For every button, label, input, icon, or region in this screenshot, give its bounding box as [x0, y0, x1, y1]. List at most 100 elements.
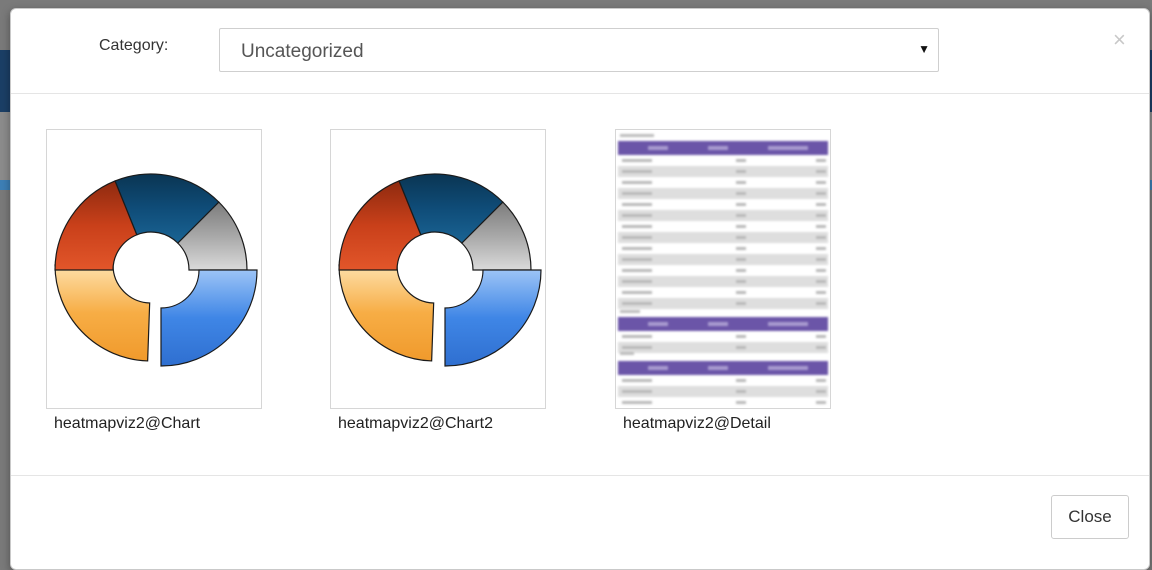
- table-cell: [736, 346, 746, 349]
- table-row: [618, 243, 828, 254]
- category-label: Category:: [99, 37, 169, 54]
- donut-slice-blue: [444, 269, 542, 367]
- table-row: [618, 155, 828, 166]
- table-row: [618, 221, 828, 232]
- donut-chart-thumbnail: [46, 129, 262, 409]
- table-cell: [736, 258, 746, 261]
- modal-header: Category: Uncategorized ▼ ×: [11, 9, 1149, 94]
- table-cell: [736, 280, 746, 283]
- table-cell: [816, 170, 826, 173]
- table-row: [618, 265, 828, 276]
- table-header-cell: [708, 366, 728, 370]
- table-cell: [816, 214, 826, 217]
- table-header-row: [618, 141, 828, 155]
- table-cell: [736, 181, 746, 184]
- table-cell: [816, 335, 826, 338]
- table-cell: [736, 192, 746, 195]
- table-cell: [736, 214, 746, 217]
- table-cell: [622, 401, 652, 404]
- table-group-title: [620, 352, 634, 355]
- table-row: [618, 199, 828, 210]
- table-cell: [622, 247, 652, 250]
- donut-chart-image: [54, 173, 258, 367]
- table-cell: [736, 269, 746, 272]
- table-row: [618, 210, 828, 221]
- table-cell: [622, 258, 652, 261]
- table-cell: [816, 247, 826, 250]
- table-cell: [736, 247, 746, 250]
- template-tile-chart2[interactable]: heatmapviz2@Chart2: [330, 129, 550, 433]
- table-header-row: [618, 361, 828, 375]
- tile-label: heatmapviz2@Chart: [54, 415, 201, 432]
- table-cell: [622, 302, 652, 305]
- table-row: [618, 397, 828, 408]
- table-cell: [622, 335, 652, 338]
- table-cell: [736, 170, 746, 173]
- table-header-cell: [648, 322, 668, 326]
- table-cell: [816, 280, 826, 283]
- table-cell: [622, 269, 652, 272]
- table-cell: [736, 236, 746, 239]
- table-cell: [816, 225, 826, 228]
- close-icon[interactable]: ×: [1113, 29, 1126, 51]
- donut-chart-thumbnail: [330, 129, 546, 409]
- table-group-title: [620, 134, 654, 137]
- modal-footer: Close: [11, 475, 1149, 570]
- template-picker-modal: Category: Uncategorized ▼ × heatmapviz2@…: [10, 8, 1150, 570]
- table-cell: [816, 181, 826, 184]
- table-cell: [736, 379, 746, 382]
- table-row: [618, 331, 828, 342]
- table-cell: [622, 379, 652, 382]
- tile-label: heatmapviz2@Detail: [623, 415, 771, 432]
- table-cell: [622, 214, 652, 217]
- donut-slice-orange: [54, 264, 151, 362]
- table-cell: [622, 203, 652, 206]
- table-header-cell: [768, 322, 808, 326]
- table-cell: [816, 346, 826, 349]
- category-select[interactable]: Uncategorized ▼: [219, 28, 939, 72]
- table-group-title: [620, 310, 640, 313]
- close-button[interactable]: Close: [1051, 495, 1129, 539]
- table-row: [618, 298, 828, 309]
- template-tile-detail[interactable]: heatmapviz2@Detail: [615, 129, 835, 433]
- table-cell: [736, 390, 746, 393]
- table-cell: [816, 379, 826, 382]
- table-cell: [622, 280, 652, 283]
- table-cell: [816, 192, 826, 195]
- table-cell: [816, 159, 826, 162]
- table-row: [618, 177, 828, 188]
- table-header-cell: [768, 146, 808, 150]
- table-cell: [622, 170, 652, 173]
- table-row: [618, 166, 828, 177]
- table-cell: [622, 159, 652, 162]
- table-header-row: [618, 317, 828, 331]
- table-cell: [622, 192, 652, 195]
- template-tile-chart[interactable]: heatmapviz2@Chart: [46, 129, 266, 433]
- table-cell: [736, 203, 746, 206]
- table-cell: [736, 159, 746, 162]
- table-cell: [622, 291, 652, 294]
- table-row: [618, 232, 828, 243]
- table-cell: [736, 302, 746, 305]
- table-cell: [622, 236, 652, 239]
- category-selected-value: Uncategorized: [241, 41, 364, 62]
- table-row: [618, 276, 828, 287]
- table-row: [618, 287, 828, 298]
- table-cell: [816, 302, 826, 305]
- tile-label: heatmapviz2@Chart2: [338, 415, 493, 432]
- table-cell: [816, 258, 826, 261]
- dropdown-caret-icon: ▼: [918, 42, 930, 56]
- table-header-cell: [708, 146, 728, 150]
- table-cell: [816, 203, 826, 206]
- table-row: [618, 342, 828, 353]
- table-cell: [816, 390, 826, 393]
- donut-slice-blue: [160, 269, 258, 367]
- table-cell: [816, 236, 826, 239]
- table-row: [618, 188, 828, 199]
- table-header-cell: [708, 322, 728, 326]
- table-cell: [622, 390, 652, 393]
- table-cell: [736, 225, 746, 228]
- table-cell: [816, 269, 826, 272]
- table-cell: [736, 335, 746, 338]
- table-detail-image: [616, 130, 830, 408]
